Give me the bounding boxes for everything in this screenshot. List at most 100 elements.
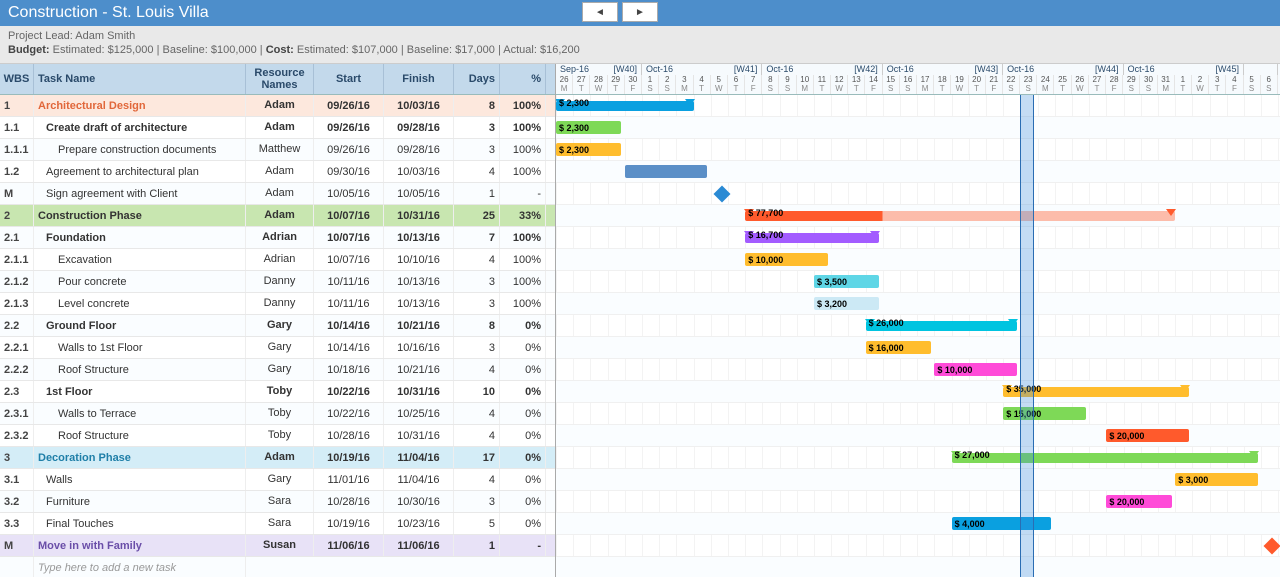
cell-start[interactable]: 10/11/16 xyxy=(314,293,384,314)
cell-name[interactable]: Excavation xyxy=(34,249,246,270)
cell-percent[interactable]: - xyxy=(500,535,546,556)
cell-days[interactable]: 3 xyxy=(454,117,500,138)
gantt-bar[interactable]: $ 16,700 xyxy=(745,233,879,243)
gantt-row[interactable]: $ 15,000 xyxy=(556,403,1280,425)
cell-resource[interactable]: Sara xyxy=(246,491,314,512)
cell-finish[interactable]: 11/04/16 xyxy=(384,469,454,490)
cell-finish[interactable]: 10/13/16 xyxy=(384,271,454,292)
cell-start[interactable]: 10/14/16 xyxy=(314,337,384,358)
cell-resource[interactable]: Adam xyxy=(246,205,314,226)
cell-days[interactable]: 4 xyxy=(454,359,500,380)
gantt-bar[interactable]: $ 3,000 xyxy=(1175,473,1258,486)
gantt-row[interactable]: $ 27,000 xyxy=(556,447,1280,469)
cell-name[interactable]: Pour concrete xyxy=(34,271,246,292)
gantt-bar[interactable]: $ 77,700 xyxy=(745,211,1175,221)
cell-name[interactable]: Final Touches xyxy=(34,513,246,534)
task-row[interactable]: 2.1.2 Pour concrete Danny 10/11/16 10/13… xyxy=(0,271,555,293)
cell-days[interactable]: 8 xyxy=(454,315,500,336)
cell-resource[interactable]: Adrian xyxy=(246,227,314,248)
gantt-row[interactable]: $ 3,200 xyxy=(556,293,1280,315)
cell-name[interactable]: Construction Phase xyxy=(34,205,246,226)
cell-finish[interactable]: 10/30/16 xyxy=(384,491,454,512)
cell-name[interactable]: Foundation xyxy=(34,227,246,248)
task-row[interactable]: M Move in with Family Susan 11/06/16 11/… xyxy=(0,535,555,557)
cell-resource[interactable]: Adam xyxy=(246,447,314,468)
gantt-bar[interactable]: $ 15,000 xyxy=(1003,407,1086,420)
task-row[interactable]: 2.2.1 Walls to 1st Floor Gary 10/14/16 1… xyxy=(0,337,555,359)
cell-days[interactable]: 1 xyxy=(454,183,500,204)
task-row[interactable]: 2.1.1 Excavation Adrian 10/07/16 10/10/1… xyxy=(0,249,555,271)
header-percent[interactable]: % xyxy=(500,64,546,94)
gantt-row[interactable]: $ 2,300 xyxy=(556,95,1280,117)
cell-name[interactable]: Prepare construction documents xyxy=(34,139,246,160)
cell-start[interactable]: 10/05/16 xyxy=(314,183,384,204)
header-resource[interactable]: Resource Names xyxy=(246,64,314,94)
prev-button[interactable]: ◄ xyxy=(582,2,618,22)
cell-percent[interactable]: 0% xyxy=(500,403,546,424)
cell-resource[interactable]: Gary xyxy=(246,469,314,490)
gantt-row[interactable]: $ 2,300 xyxy=(556,139,1280,161)
cell-percent[interactable]: 0% xyxy=(500,359,546,380)
gantt-row[interactable]: $ 3,000 xyxy=(556,469,1280,491)
gantt-bar[interactable]: $ 10,000 xyxy=(745,253,828,266)
cell-resource[interactable]: Susan xyxy=(246,535,314,556)
cell-start[interactable]: 10/22/16 xyxy=(314,381,384,402)
header-finish[interactable]: Finish xyxy=(384,64,454,94)
cell-percent[interactable]: 100% xyxy=(500,271,546,292)
cell-resource[interactable]: Gary xyxy=(246,359,314,380)
cell-finish[interactable]: 10/23/16 xyxy=(384,513,454,534)
cell-finish[interactable]: 10/31/16 xyxy=(384,205,454,226)
gantt-row[interactable]: $ 16,700 xyxy=(556,227,1280,249)
cell-name[interactable]: Roof Structure xyxy=(34,425,246,446)
cell-percent[interactable]: 100% xyxy=(500,161,546,182)
cell-finish[interactable]: 10/31/16 xyxy=(384,425,454,446)
cell-start[interactable]: 11/06/16 xyxy=(314,535,384,556)
cell-days[interactable]: 3 xyxy=(454,337,500,358)
gantt-bar[interactable]: $ 27,000 xyxy=(952,453,1258,463)
cell-percent[interactable]: 100% xyxy=(500,227,546,248)
cell-name[interactable]: Create draft of architecture xyxy=(34,117,246,138)
cell-resource[interactable]: Gary xyxy=(246,337,314,358)
cell-finish[interactable]: 10/13/16 xyxy=(384,293,454,314)
gantt-row[interactable]: $ 2,300 xyxy=(556,117,1280,139)
cell-name[interactable]: Ground Floor xyxy=(34,315,246,336)
cell-days[interactable]: 4 xyxy=(454,161,500,182)
cell-start[interactable]: 10/07/16 xyxy=(314,227,384,248)
task-row[interactable]: 2.3.2 Roof Structure Toby 10/28/16 10/31… xyxy=(0,425,555,447)
gantt-row[interactable]: $ 4,000 xyxy=(556,513,1280,535)
cell-days[interactable]: 3 xyxy=(454,271,500,292)
cell-finish[interactable]: 10/03/16 xyxy=(384,95,454,116)
cell-days[interactable]: 10 xyxy=(454,381,500,402)
gantt-row[interactable]: $ 77,700 xyxy=(556,205,1280,227)
task-row[interactable]: 1.1.1 Prepare construction documents Mat… xyxy=(0,139,555,161)
gantt-bar[interactable]: $ 3,200 xyxy=(814,297,879,310)
cell-days[interactable]: 25 xyxy=(454,205,500,226)
cell-percent[interactable]: 100% xyxy=(500,293,546,314)
cell-resource[interactable]: Adam xyxy=(246,161,314,182)
cell-resource[interactable]: Adam xyxy=(246,117,314,138)
cell-resource[interactable]: Danny xyxy=(246,271,314,292)
header-name[interactable]: Task Name xyxy=(34,64,246,94)
cell-name[interactable]: Walls xyxy=(34,469,246,490)
milestone-icon[interactable] xyxy=(1264,538,1280,555)
task-row[interactable]: 3.3 Final Touches Sara 10/19/16 10/23/16… xyxy=(0,513,555,535)
cell-days[interactable]: 3 xyxy=(454,293,500,314)
cell-percent[interactable]: 0% xyxy=(500,491,546,512)
new-task-placeholder[interactable]: Type here to add a new task xyxy=(34,557,246,577)
cell-start[interactable]: 10/07/16 xyxy=(314,205,384,226)
gantt-row[interactable]: $ 16,000 xyxy=(556,337,1280,359)
task-row[interactable]: 1 Architectural Design Adam 09/26/16 10/… xyxy=(0,95,555,117)
cell-days[interactable]: 8 xyxy=(454,95,500,116)
task-row[interactable]: 1.1 Create draft of architecture Adam 09… xyxy=(0,117,555,139)
cell-finish[interactable]: 09/28/16 xyxy=(384,139,454,160)
cell-resource[interactable]: Adam xyxy=(246,183,314,204)
cell-start[interactable]: 10/28/16 xyxy=(314,491,384,512)
cell-percent[interactable]: 100% xyxy=(500,249,546,270)
task-row[interactable]: 1.2 Agreement to architectural plan Adam… xyxy=(0,161,555,183)
cell-days[interactable]: 4 xyxy=(454,425,500,446)
gantt-bar[interactable]: $ 2,300 xyxy=(556,143,621,156)
cell-finish[interactable]: 10/21/16 xyxy=(384,315,454,336)
task-row[interactable]: 2.1 Foundation Adrian 10/07/16 10/13/16 … xyxy=(0,227,555,249)
gantt-bar[interactable]: $ 26,000 xyxy=(866,321,1017,331)
task-row[interactable]: 2.2 Ground Floor Gary 10/14/16 10/21/16 … xyxy=(0,315,555,337)
